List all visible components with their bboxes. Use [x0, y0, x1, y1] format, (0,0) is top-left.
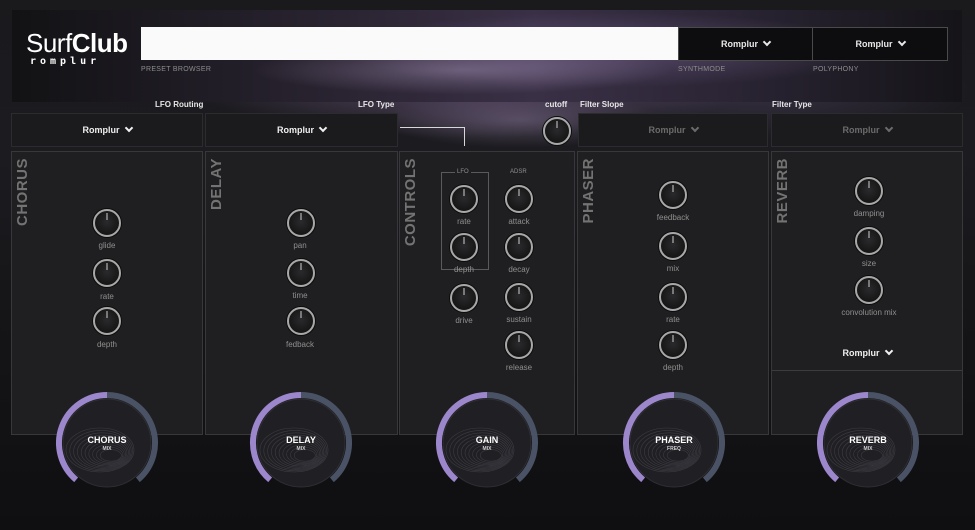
delay-feedback-knob[interactable]	[287, 307, 315, 335]
knob-label: rate	[100, 292, 114, 301]
lfo-type-select[interactable]: Romplur	[205, 113, 398, 147]
knob-label: depth	[662, 363, 684, 372]
reverb-type-value: Romplur	[842, 348, 880, 358]
reverb-type-select[interactable]: Romplur	[800, 340, 934, 366]
knob-label: time	[292, 291, 308, 300]
knob-label: pan	[293, 241, 307, 250]
knob-label: mix	[666, 264, 680, 273]
lfo-routing-value: Romplur	[82, 125, 120, 135]
knob-label: release	[505, 363, 533, 372]
reverb-divider	[772, 370, 962, 371]
delay-time-knob[interactable]	[287, 259, 315, 287]
polyphony-value: Romplur	[855, 39, 893, 49]
lfo-type-label: LFO Type	[358, 100, 395, 109]
delay-pan-knob[interactable]	[287, 209, 315, 237]
chevron-down-icon	[690, 123, 699, 133]
synthmode-value: Romplur	[721, 39, 758, 49]
chevron-down-icon	[884, 346, 893, 356]
chevron-down-icon	[897, 37, 906, 47]
filter-type-label: Filter Type	[772, 100, 812, 109]
knob-label: damping	[853, 209, 885, 218]
knob-label: attack	[508, 217, 530, 226]
chorus-title: CHORUS	[14, 158, 31, 227]
big-knob-title: DELAY	[286, 435, 316, 445]
phaser-depth-knob[interactable]	[659, 331, 687, 359]
polyphony-select[interactable]: Romplur	[812, 27, 948, 61]
big-knob-title: PHASER	[655, 435, 693, 445]
big-knob-subtitle: MIX	[482, 446, 492, 452]
phaser-mix-knob[interactable]	[659, 232, 687, 260]
big-knob-title: CHORUS	[87, 435, 127, 445]
phaser-title: PHASER	[580, 158, 597, 224]
big-knob-subtitle: MIX	[296, 446, 306, 452]
reverb-damping-knob[interactable]	[855, 177, 883, 205]
preset-browser-field[interactable]	[141, 27, 678, 60]
big-knob-title: REVERB	[849, 435, 887, 445]
logo: SurfClub romplur	[26, 28, 128, 67]
delay-title: DELAY	[208, 158, 225, 210]
knob-label: sustain	[506, 315, 532, 324]
lfo-depth-knob[interactable]	[450, 233, 478, 261]
reverb-mix-knob[interactable]: REVERB MIX	[813, 388, 923, 498]
phaser-feedback-knob[interactable]	[659, 181, 687, 209]
knob-label: decay	[508, 265, 530, 274]
delay-mix-knob[interactable]: DELAY MIX	[246, 388, 356, 498]
routing-bracket	[400, 127, 465, 146]
sustain-knob[interactable]	[505, 283, 533, 311]
filter-slope-label: Filter Slope	[580, 100, 624, 109]
big-knob-subtitle: MIX	[102, 446, 112, 452]
knob-label: feedback	[656, 213, 690, 222]
lfo-routing-label: LFO Routing	[155, 100, 204, 109]
synthmode-select[interactable]: Romplur	[678, 27, 813, 61]
lfo-group-label: LFO	[455, 169, 471, 175]
chevron-down-icon	[318, 123, 328, 133]
reverb-size-knob[interactable]	[855, 227, 883, 255]
cutoff-label: cutoff	[545, 100, 568, 109]
filter-slope-value: Romplur	[648, 125, 686, 135]
preset-browser-label: PRESET BROWSER	[141, 66, 212, 73]
big-knob-subtitle: FREQ	[667, 446, 681, 452]
decay-knob[interactable]	[505, 233, 533, 261]
release-knob[interactable]	[505, 331, 533, 359]
knob-label: size	[861, 259, 877, 268]
knob-label: rate	[666, 315, 680, 324]
cutoff-knob[interactable]	[543, 117, 571, 145]
chorus-rate-knob[interactable]	[93, 259, 121, 287]
gain-mix-knob[interactable]: GAIN MIX	[432, 388, 542, 498]
reverb-title: REVERB	[774, 158, 791, 224]
phaser-rate-knob[interactable]	[659, 283, 687, 311]
big-knob-subtitle: MIX	[863, 446, 873, 452]
adsr-group-label: ADSR	[508, 169, 529, 175]
chevron-down-icon	[762, 37, 772, 47]
lfo-rate-knob[interactable]	[450, 185, 478, 213]
knob-label: depth	[96, 340, 118, 349]
filter-type-select[interactable]: Romplur	[771, 113, 963, 147]
chorus-depth-knob[interactable]	[93, 307, 121, 335]
controls-title: CONTROLS	[402, 158, 419, 247]
logo-surf: Surf	[26, 28, 72, 58]
drive-knob[interactable]	[450, 284, 478, 312]
polyphony-label: POLYPHONY	[813, 66, 859, 73]
filter-slope-select[interactable]: Romplur	[578, 113, 768, 147]
reverb-convolution-mix-knob[interactable]	[855, 276, 883, 304]
phaser-freq-knob[interactable]: PHASER FREQ	[619, 388, 729, 498]
chevron-down-icon	[124, 123, 133, 133]
big-knob-title: GAIN	[475, 435, 499, 445]
filter-type-value: Romplur	[842, 125, 880, 135]
attack-knob[interactable]	[505, 185, 533, 213]
knob-label: fedback	[285, 340, 315, 349]
knob-label: glide	[98, 241, 116, 250]
synthmode-label: SYNTHMODE	[678, 66, 726, 73]
knob-label: convolution mix	[841, 308, 897, 317]
chorus-mix-knob[interactable]: CHORUS MIX	[52, 388, 162, 498]
lfo-type-value: Romplur	[277, 125, 314, 135]
chorus-glide-knob[interactable]	[93, 209, 121, 237]
logo-club: Club	[71, 28, 128, 58]
lfo-routing-select[interactable]: Romplur	[11, 113, 203, 147]
chevron-down-icon	[884, 123, 893, 133]
logo-subtitle: romplur	[30, 56, 101, 67]
